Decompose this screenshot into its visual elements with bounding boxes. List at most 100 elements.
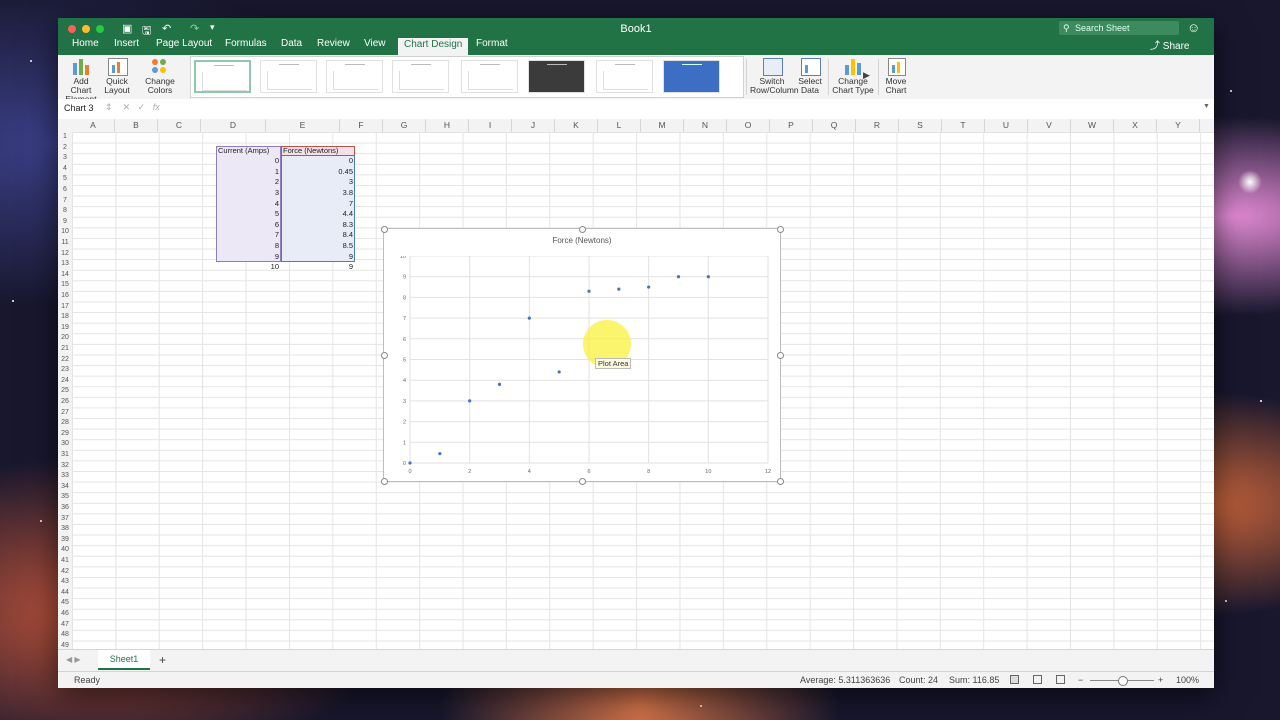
cell-force[interactable]: 9	[281, 262, 353, 273]
column-header-b[interactable]: B	[115, 119, 158, 132]
row-header-12[interactable]: 12	[58, 249, 72, 260]
data-point[interactable]	[527, 316, 531, 320]
cell-force[interactable]: 0.45	[281, 167, 353, 178]
data-point[interactable]	[587, 289, 591, 293]
row-header-39[interactable]: 39	[58, 535, 72, 546]
row-header-32[interactable]: 32	[58, 461, 72, 472]
data-point[interactable]	[468, 399, 472, 403]
plot-area[interactable]: 0123456789100 2 4 6 8 10 12	[400, 256, 772, 478]
cell-current[interactable]: 4	[216, 199, 279, 210]
column-header-g[interactable]: G	[383, 119, 426, 132]
tab-format[interactable]: Format	[476, 37, 508, 55]
header-force-cell[interactable]: Force (Newtons)	[283, 146, 338, 157]
row-header-20[interactable]: 20	[58, 333, 72, 344]
column-header-a[interactable]: A	[72, 119, 115, 132]
column-header-h[interactable]: H	[426, 119, 469, 132]
cell-force[interactable]: 3	[281, 177, 353, 188]
row-header-31[interactable]: 31	[58, 450, 72, 461]
row-header-2[interactable]: 2	[58, 143, 72, 154]
page-break-view-icon[interactable]	[1056, 675, 1065, 684]
search-input[interactable]: ⚲ Search Sheet	[1059, 21, 1179, 35]
column-header-p[interactable]: P	[770, 119, 813, 132]
feedback-smiley-icon[interactable]: ☺	[1187, 20, 1200, 35]
row-header-3[interactable]: 3	[58, 153, 72, 164]
row-header-43[interactable]: 43	[58, 577, 72, 588]
row-header-9[interactable]: 9	[58, 217, 72, 228]
chart-style-4[interactable]	[392, 60, 449, 93]
row-header-8[interactable]: 8	[58, 206, 72, 217]
change-chart-type-button[interactable]: Change Chart Type	[832, 57, 874, 95]
chart-style-8[interactable]	[663, 60, 720, 93]
fx-icon[interactable]: fx	[153, 102, 160, 112]
row-header-6[interactable]: 6	[58, 185, 72, 196]
row-header-21[interactable]: 21	[58, 344, 72, 355]
column-header-x[interactable]: X	[1114, 119, 1157, 132]
chart-resize-handle[interactable]	[579, 478, 586, 485]
row-header-14[interactable]: 14	[58, 270, 72, 281]
cell-current[interactable]: 3	[216, 188, 279, 199]
row-header-42[interactable]: 42	[58, 567, 72, 578]
row-header-27[interactable]: 27	[58, 408, 72, 419]
spreadsheet-grid[interactable]: ABCDEFGHIJKLMNOPQRSTUVWXY 1 2 3 4 5 6 7 8 9 10 11 1…	[58, 119, 1214, 649]
row-header-19[interactable]: 19	[58, 323, 72, 334]
row-header-48[interactable]: 48	[58, 630, 72, 641]
tab-formulas[interactable]: Formulas	[225, 37, 267, 55]
cell-current[interactable]: 7	[216, 230, 279, 241]
row-header-26[interactable]: 26	[58, 397, 72, 408]
column-header-u[interactable]: U	[985, 119, 1028, 132]
data-point[interactable]	[647, 285, 651, 289]
chart-style-7[interactable]	[596, 60, 653, 93]
chart-resize-handle[interactable]	[381, 352, 388, 359]
sheet-tab-sheet1[interactable]: Sheet1	[98, 650, 150, 670]
data-point[interactable]	[557, 370, 561, 374]
sheet-nav-arrows-icon[interactable]: ◀ ▶	[66, 655, 81, 664]
row-header-18[interactable]: 18	[58, 312, 72, 323]
cell-force[interactable]: 8.5	[281, 241, 353, 252]
scatter-chart[interactable]: Force (Newtons) 0 1 2 3 4 5 6 7 8 9 10 0 2 4 6 8 10 12 Pl…	[381, 226, 784, 485]
header-current-cell[interactable]: Current (Amps)	[218, 146, 269, 157]
chart-style-6[interactable]	[528, 60, 585, 93]
tab-home[interactable]: Home	[72, 37, 99, 55]
row-header-23[interactable]: 23	[58, 365, 72, 376]
share-button[interactable]: ⤴ Share	[1150, 37, 1189, 52]
row-header-44[interactable]: 44	[58, 588, 72, 599]
row-header-36[interactable]: 36	[58, 503, 72, 514]
add-chart-element-button[interactable]: Add Chart Element	[62, 57, 100, 104]
row-header-7[interactable]: 7	[58, 196, 72, 207]
row-header-47[interactable]: 47	[58, 620, 72, 631]
cell-force[interactable]: 4.4	[281, 209, 353, 220]
row-header-15[interactable]: 15	[58, 280, 72, 291]
chart-resize-handle[interactable]	[777, 226, 784, 233]
cell-force[interactable]: 8.4	[281, 230, 353, 241]
column-header-r[interactable]: R	[856, 119, 899, 132]
chart-resize-handle[interactable]	[381, 226, 388, 233]
name-box-stepper-icon[interactable]: ⇕	[105, 102, 113, 112]
column-header-f[interactable]: F	[340, 119, 383, 132]
cell-current[interactable]: 2	[216, 177, 279, 188]
tab-chart-design[interactable]: Chart Design	[398, 38, 469, 55]
data-point[interactable]	[617, 287, 621, 291]
column-header-q[interactable]: Q	[813, 119, 856, 132]
row-header-5[interactable]: 5	[58, 174, 72, 185]
cell-current[interactable]: 9	[216, 252, 279, 263]
normal-view-icon[interactable]	[1010, 675, 1019, 684]
tab-data[interactable]: Data	[281, 37, 302, 55]
row-header-24[interactable]: 24	[58, 376, 72, 387]
cell-current[interactable]: 10	[216, 262, 279, 273]
row-header-25[interactable]: 25	[58, 386, 72, 397]
data-point[interactable]	[497, 382, 502, 386]
row-header-45[interactable]: 45	[58, 598, 72, 609]
row-header-38[interactable]: 38	[58, 524, 72, 535]
cell-force[interactable]: 8.3	[281, 220, 353, 231]
row-header-46[interactable]: 46	[58, 609, 72, 620]
zoom-out-button[interactable]: −	[1078, 672, 1083, 688]
row-header-16[interactable]: 16	[58, 291, 72, 302]
column-header-y[interactable]: Y	[1157, 119, 1200, 132]
column-header-o[interactable]: O	[727, 119, 770, 132]
tab-review[interactable]: Review	[317, 37, 350, 55]
cancel-icon[interactable]: ✕	[123, 102, 131, 112]
chart-style-1[interactable]	[194, 60, 251, 93]
column-header-d[interactable]: D	[201, 119, 266, 132]
chart-resize-handle[interactable]	[777, 352, 784, 359]
row-header-33[interactable]: 33	[58, 471, 72, 482]
